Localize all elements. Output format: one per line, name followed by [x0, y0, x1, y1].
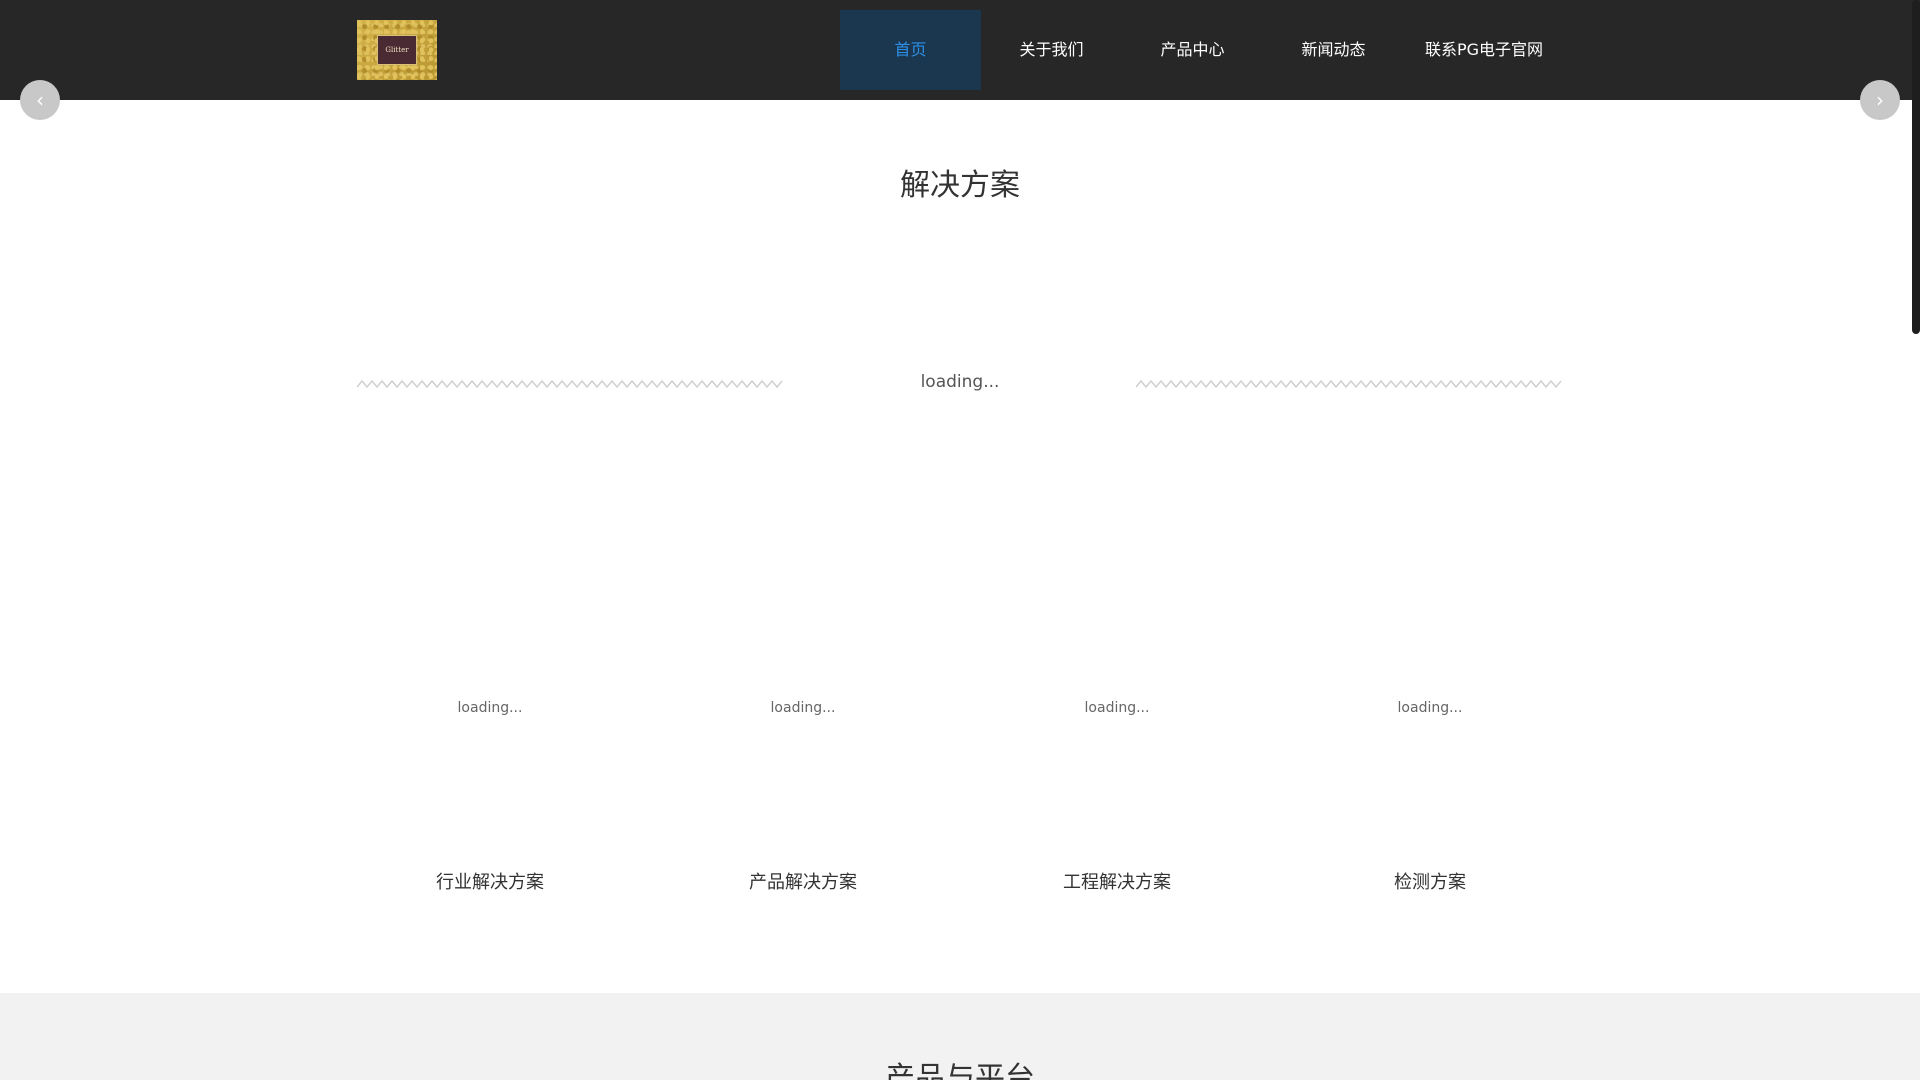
carousel-prev-button[interactable]: ‹ — [20, 80, 60, 120]
page-scrollbar-thumb[interactable] — [1912, 0, 1920, 334]
products-title: 产品与平台 — [885, 1061, 1035, 1080]
wave-divider-left — [357, 379, 783, 389]
card-loading-text: loading... — [1397, 700, 1463, 716]
card-loading-text: loading... — [457, 700, 523, 716]
logo-badge: Glitter — [377, 35, 417, 65]
chevron-left-icon: ‹ — [36, 88, 44, 112]
solutions-title: 解决方案 — [900, 168, 1020, 203]
site-logo[interactable]: Glitter — [357, 20, 437, 80]
card-label: 产品解决方案 — [749, 872, 857, 893]
products-section: 产品与平台 — [0, 993, 1920, 1080]
card-label: 行业解决方案 — [436, 872, 544, 893]
nav-item-home[interactable]: 首页 — [840, 10, 981, 90]
nav-item-contact[interactable]: 联系PG电子官网 — [1404, 10, 1564, 90]
card-loading-text: loading... — [770, 700, 836, 716]
card-label: 工程解决方案 — [1063, 872, 1171, 893]
solution-card-industry[interactable]: loading... 行业解决方案 — [345, 700, 635, 894]
nav-item-products[interactable]: 产品中心 — [1122, 10, 1263, 90]
card-loading-text: loading... — [1084, 700, 1150, 716]
carousel-next-button[interactable]: › — [1860, 80, 1900, 120]
solution-card-engineering[interactable]: loading... 工程解决方案 — [972, 700, 1262, 894]
nav-item-about[interactable]: 关于我们 — [981, 10, 1122, 90]
solution-card-product[interactable]: loading... 产品解决方案 — [658, 700, 948, 894]
solution-card-testing[interactable]: loading... 检测方案 — [1285, 700, 1575, 894]
solutions-loading-text: loading... — [920, 372, 1000, 392]
chevron-right-icon: › — [1876, 88, 1884, 112]
nav-item-news[interactable]: 新闻动态 — [1263, 10, 1404, 90]
card-label: 检测方案 — [1394, 872, 1466, 893]
site-header: Glitter 首页 关于我们 产品中心 新闻动态 联系PG电子官网 — [0, 0, 1920, 100]
wave-divider-right — [1136, 379, 1562, 389]
main-nav: 首页 关于我们 产品中心 新闻动态 联系PG电子官网 — [840, 10, 1564, 90]
